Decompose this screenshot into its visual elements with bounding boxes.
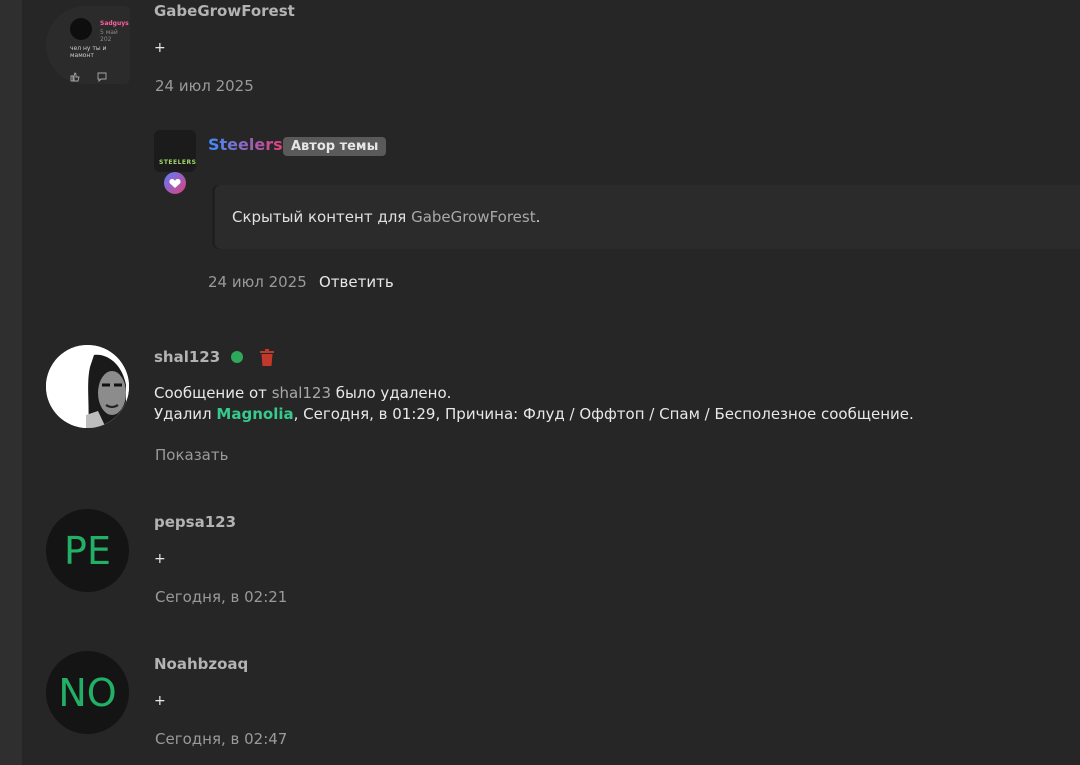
thumbs-up-icon bbox=[70, 72, 80, 82]
trash-icon bbox=[260, 349, 274, 366]
reply-username[interactable]: Steelers bbox=[208, 135, 283, 154]
avatar-gabegrowforest[interactable]: Sadguys 5 май 202 чел ну ты и мамонт bbox=[46, 6, 130, 84]
author-badge: Автор темы bbox=[283, 137, 387, 156]
post-username[interactable]: shal123 bbox=[154, 348, 220, 366]
deleted-prefix: Сообщение от bbox=[154, 384, 267, 402]
moderator-link[interactable]: Magnolia bbox=[216, 405, 293, 423]
avatar-noahbzoaq[interactable]: NO bbox=[46, 651, 129, 734]
post-date[interactable]: Сегодня, в 02:47 bbox=[155, 730, 287, 748]
avatar-steelers[interactable]: STEELERS bbox=[154, 130, 196, 172]
thumbnail-icons bbox=[70, 67, 119, 84]
deleted-by-info: Удалил Magnolia, Сегодня, в 01:29, Причи… bbox=[154, 405, 914, 423]
avatar-shal123[interactable] bbox=[46, 345, 129, 428]
reply-button[interactable]: Ответить bbox=[319, 273, 394, 291]
post-text: + bbox=[154, 551, 166, 567]
avatar-pepsa123[interactable]: PE bbox=[46, 509, 129, 592]
hidden-content-suffix: . bbox=[535, 208, 541, 226]
deleted-message-notice: Сообщение от shal123 было удалено. bbox=[154, 384, 451, 402]
deleted-details: , Сегодня, в 01:29, Причина: Флуд / Оффт… bbox=[293, 405, 914, 423]
hidden-content-prefix: Скрытый контент для bbox=[232, 208, 407, 226]
deleted-user-link[interactable]: shal123 bbox=[272, 384, 331, 402]
comment-icon bbox=[97, 72, 107, 83]
post-text: + bbox=[154, 693, 166, 709]
hidden-content-user[interactable]: GabeGrowForest bbox=[411, 208, 536, 226]
deleted-by-prefix: Удалил bbox=[154, 405, 212, 423]
post-text: + bbox=[154, 40, 166, 56]
thumbnail-message: чел ну ты и мамонт bbox=[70, 45, 107, 59]
show-button[interactable]: Показать bbox=[155, 446, 228, 464]
post-username[interactable]: pepsa123 bbox=[154, 513, 236, 531]
thumbnail-date: 5 май 202 bbox=[100, 29, 118, 43]
post-date[interactable]: Сегодня, в 02:21 bbox=[155, 588, 287, 606]
hidden-content-text: Скрытый контент для GabeGrowForest. bbox=[232, 208, 540, 226]
post-username[interactable]: Noahbzoaq bbox=[154, 655, 248, 673]
post-date[interactable]: 24 июл 2025 bbox=[155, 77, 254, 95]
steelers-logo: STEELERS bbox=[159, 159, 197, 166]
thumbnail-name: Sadguys bbox=[100, 20, 129, 27]
thumbnail-avatar bbox=[70, 18, 92, 40]
avatar-portrait bbox=[46, 345, 129, 428]
hidden-content-box: Скрытый контент для GabeGrowForest. bbox=[212, 185, 1080, 249]
heart-badge-icon bbox=[164, 172, 186, 194]
online-status-icon bbox=[231, 351, 243, 363]
reply-date[interactable]: 24 июл 2025 bbox=[208, 273, 307, 291]
left-sidebar-strip bbox=[0, 0, 22, 765]
deleted-suffix: было удалено. bbox=[335, 384, 452, 402]
post-username[interactable]: GabeGrowForest bbox=[154, 2, 295, 20]
